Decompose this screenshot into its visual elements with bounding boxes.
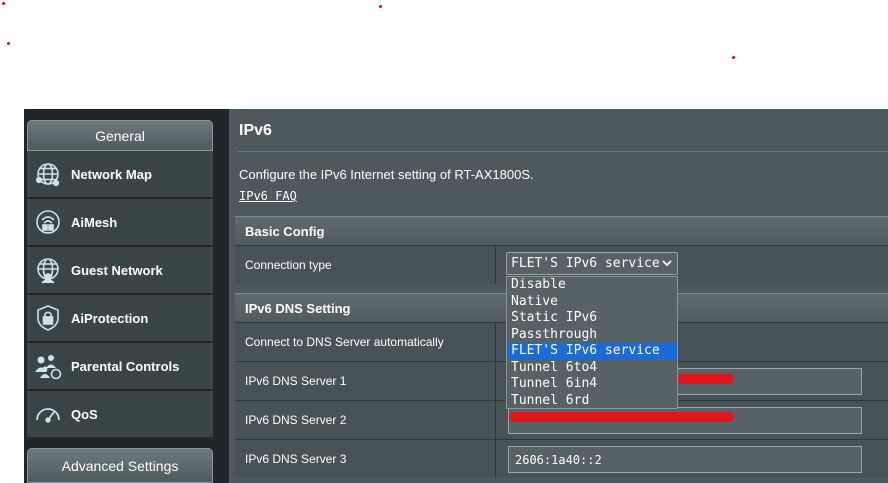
page-description: Configure the IPv6 Internet setting of R… [239,167,534,182]
decor-dot [7,42,10,45]
sidebar-item-guest-network[interactable]: Guest Network [27,247,213,294]
sidebar: General Network Map AiMesh Guest Network… [24,109,229,483]
row-divider [495,401,496,439]
option-static-ipv6[interactable]: Static IPv6 [507,310,677,327]
sidebar-item-aimesh[interactable]: AiMesh [27,199,213,246]
row-dns-server-3: IPv6 DNS Server 3 2606:1a40::2 [235,439,888,478]
mesh-icon [33,207,63,237]
dns-server-3-input[interactable]: 2606:1a40::2 [508,446,862,473]
option-flets-ipv6-service[interactable]: FLET'S IPv6 service [507,343,677,360]
dns-server-3-label: IPv6 DNS Server 3 [245,452,347,466]
main-panel: IPv6 Configure the IPv6 Internet setting… [229,109,888,483]
sidebar-item-label: QoS [71,406,98,422]
connection-type-value: FLET'S IPv6 service [511,256,660,271]
connection-type-dropdown: Disable Native Static IPv6 Passthrough F… [506,276,678,409]
row-divider [495,323,496,361]
connection-type-select[interactable]: FLET'S IPv6 service [506,252,678,275]
lock-icon [33,303,63,333]
option-native[interactable]: Native [507,294,677,311]
option-disable[interactable]: Disable [507,277,677,294]
speedometer-icon [33,399,63,429]
redaction-mark [677,374,734,384]
sidebar-item-label: Parental Controls [71,358,180,374]
sidebar-header-advanced-settings[interactable]: Advanced Settings [27,448,213,483]
sidebar-item-label: AiProtection [71,310,149,326]
sidebar-item-label: Network Map [71,166,152,182]
sidebar-item-aiprotection[interactable]: AiProtection [27,295,213,342]
sidebar-item-qos[interactable]: QoS [27,391,213,438]
ipv6-faq-link[interactable]: IPv6 FAQ [239,189,297,203]
sidebar-item-network-map[interactable]: Network Map [27,151,213,198]
option-tunnel-6rd[interactable]: Tunnel 6rd [507,393,677,410]
dns-server-1-label: IPv6 DNS Server 1 [245,374,347,388]
sidebar-item-parental-controls[interactable]: Parental Controls [27,343,213,390]
option-passthrough[interactable]: Passthrough [507,327,677,344]
sidebar-header-general: General [27,120,213,151]
globe-icon [33,159,63,189]
sidebar-item-label: Guest Network [71,262,163,278]
option-tunnel-6to4[interactable]: Tunnel 6to4 [507,360,677,377]
family-icon [33,351,63,381]
page-title: IPv6 [239,122,272,139]
section-basic-config: Basic Config [235,216,888,245]
sidebar-item-label: AiMesh [71,214,118,230]
redaction-mark [509,412,734,422]
decor-dot [732,56,735,59]
row-divider [495,362,496,400]
title-divider [237,151,888,152]
dns-server-2-label: IPv6 DNS Server 2 [245,413,347,427]
connection-type-label: Connection type [245,258,332,272]
decor-dot [379,5,382,8]
chevron-down-icon [661,257,673,273]
row-divider [495,246,496,284]
row-divider [495,440,496,478]
decor-dot [2,2,5,5]
option-tunnel-6in4[interactable]: Tunnel 6in4 [507,376,677,393]
guest-globe-icon [33,255,63,285]
dns-auto-label: Connect to DNS Server automatically [245,335,444,349]
